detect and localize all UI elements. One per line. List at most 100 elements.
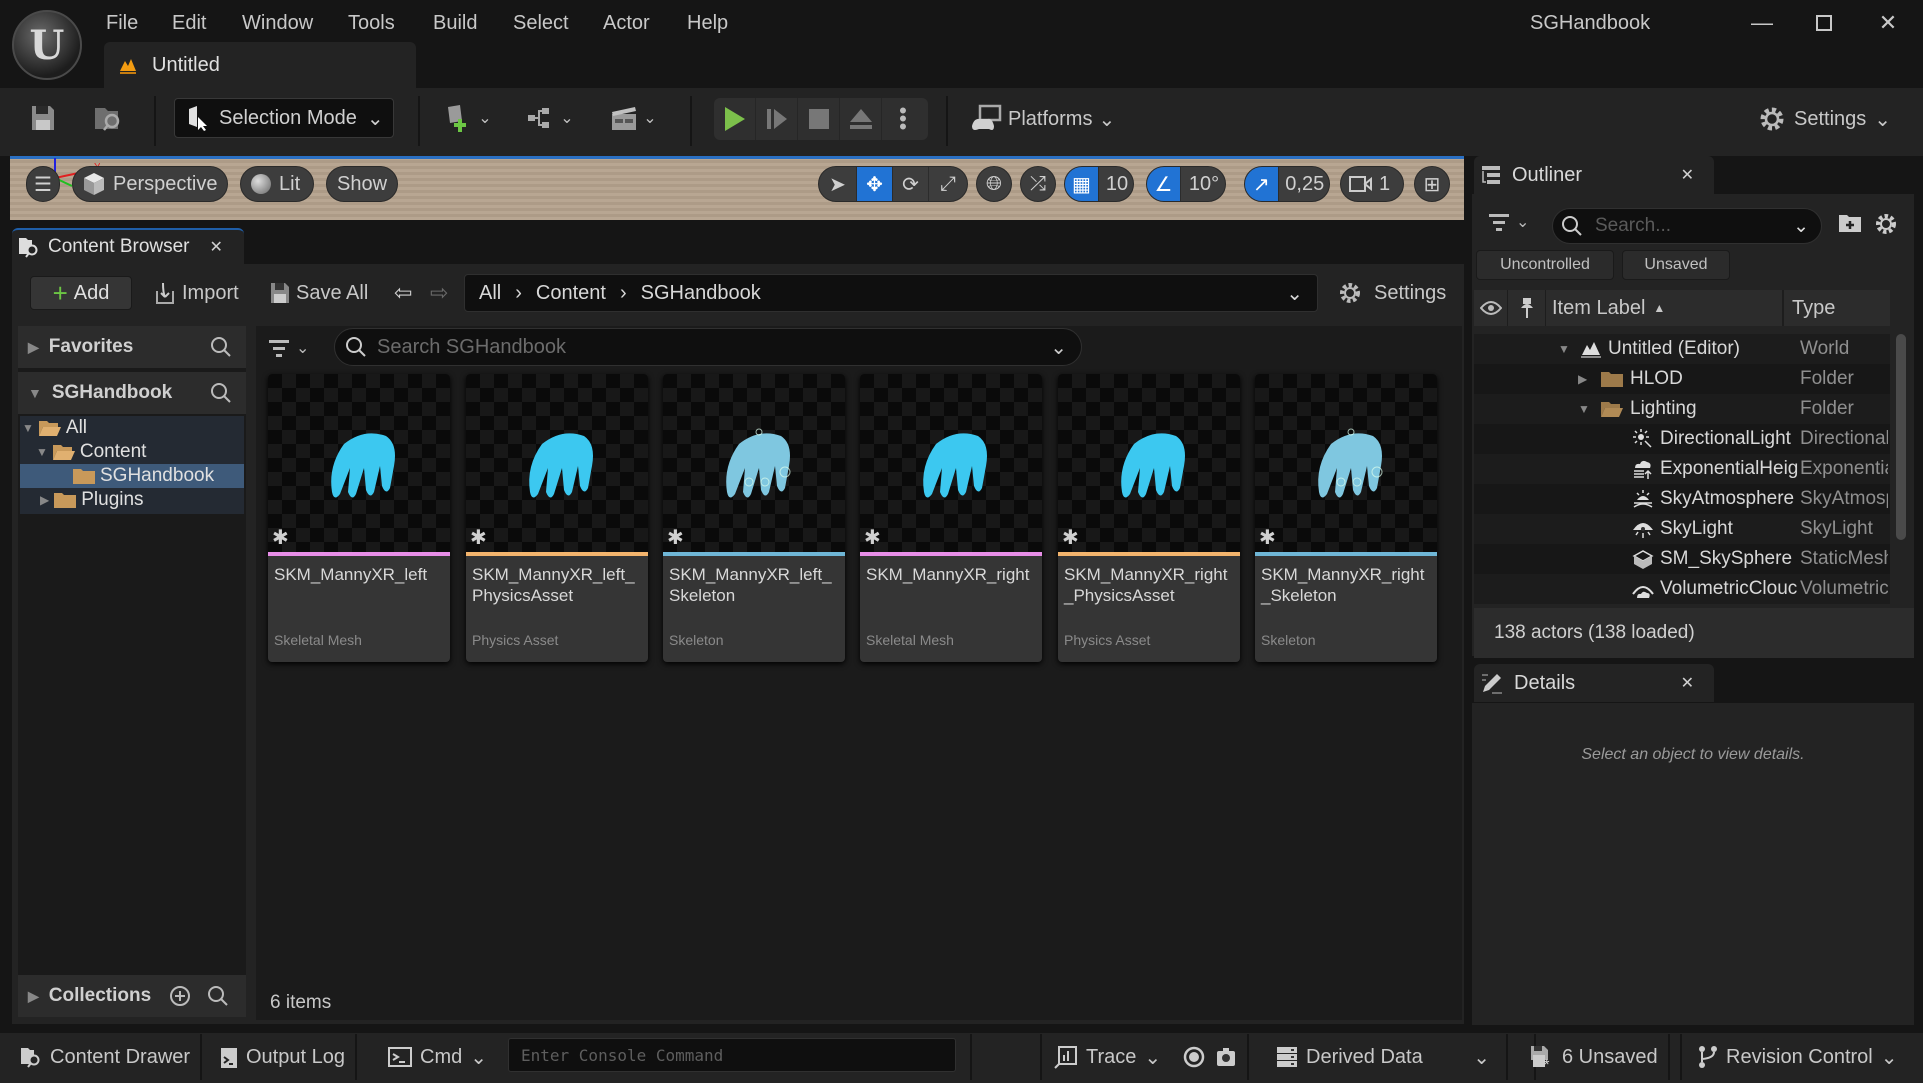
breadcrumb-all[interactable]: All xyxy=(479,282,501,305)
add-collection-icon[interactable] xyxy=(169,985,191,1007)
content-drawer-button[interactable]: Content Drawer xyxy=(10,1034,203,1080)
settings-dropdown[interactable]: Settings ⌄ xyxy=(1758,100,1891,138)
trace-dropdown[interactable]: Trace ⌄ xyxy=(1044,1034,1250,1080)
rotate-tool-button[interactable]: ⟳ xyxy=(893,167,929,201)
maximize-button[interactable] xyxy=(1804,8,1844,38)
asset-tile[interactable]: ✱ SKM_MannyXR_right _PhysicsAsset Physics … xyxy=(1058,374,1240,662)
asset-tile[interactable]: ✱ SKM_MannyXR_left Skeletal Mesh xyxy=(268,374,450,662)
scale-tool-button[interactable]: ⤢ xyxy=(929,167,967,201)
outliner-settings-button[interactable] xyxy=(1874,212,1898,236)
breadcrumb-content[interactable]: Content xyxy=(536,282,606,305)
chevron-down-icon[interactable]: ⌄ xyxy=(1793,215,1809,238)
surface-snap-toggle[interactable]: ⤮ xyxy=(1020,166,1056,202)
eject-button[interactable] xyxy=(840,98,882,140)
translate-tool-button[interactable]: ✥ xyxy=(857,167,893,201)
favorites-section[interactable]: ▶ Favorites xyxy=(18,326,246,368)
camera-speed-button[interactable]: 1 xyxy=(1340,166,1404,202)
outliner-row[interactable]: SkyAtmosphereSkyAtmosphere xyxy=(1474,484,1890,514)
breadcrumb-sghandbook[interactable]: SGHandbook xyxy=(641,282,761,305)
grid-snap-control[interactable]: ▦ 10 xyxy=(1064,166,1134,202)
content-browser-tab[interactable]: Content Browser ✕ xyxy=(12,228,244,264)
scale-snap-value[interactable]: 0,25 xyxy=(1279,167,1329,201)
asset-tile[interactable]: ✱ SKM_MannyXR_left_ PhysicsAsset Physics A… xyxy=(466,374,648,662)
selection-mode-dropdown[interactable]: Selection Mode ⌄ xyxy=(174,98,394,138)
unreal-logo[interactable]: U xyxy=(12,10,82,80)
add-actor-button[interactable]: ⌄ xyxy=(440,100,496,136)
details-tab[interactable]: Details ✕ xyxy=(1474,664,1714,702)
outliner-row[interactable]: ▶ HLOD Folder xyxy=(1474,364,1890,394)
caret-down-icon[interactable]: ▼ xyxy=(1558,342,1574,356)
rotation-snap-toggle[interactable]: ∠ xyxy=(1147,167,1181,201)
close-window-button[interactable]: ✕ xyxy=(1868,8,1908,38)
chevron-right-icon[interactable]: › xyxy=(620,282,627,305)
close-tab-icon[interactable]: ✕ xyxy=(210,237,223,257)
menu-help[interactable]: Help xyxy=(687,8,728,38)
perspective-dropdown[interactable]: Perspective xyxy=(72,166,228,202)
chevron-down-icon[interactable]: ⌄ xyxy=(1050,335,1067,360)
scale-snap-toggle[interactable]: ↗ xyxy=(1245,167,1279,201)
filter-chip-unsaved[interactable]: Unsaved xyxy=(1622,250,1730,280)
chevron-right-icon[interactable]: › xyxy=(515,282,522,305)
history-forward-button[interactable]: ⇨ xyxy=(430,276,448,310)
level-tab[interactable]: Untitled xyxy=(104,42,416,88)
outliner-filter-button[interactable]: ⌄ xyxy=(1488,212,1529,232)
unsaved-button[interactable]: * 6 Unsaved xyxy=(1514,1034,1670,1080)
grid-snap-toggle[interactable]: ▦ xyxy=(1065,167,1099,201)
type-column[interactable]: Type xyxy=(1784,297,1835,320)
outliner-scrollbar[interactable] xyxy=(1896,334,1906,540)
search-icon[interactable] xyxy=(210,336,232,358)
menu-build[interactable]: Build xyxy=(433,8,477,38)
asset-tile[interactable]: ✱ SKM_MannyXR_left_ Skeleton Skeleton xyxy=(663,374,845,662)
outliner-row[interactable]: SkyLight SkyLight xyxy=(1474,514,1890,544)
item-label-column[interactable]: Item Label ▲ xyxy=(1546,290,1784,326)
world-space-toggle[interactable]: 🌐︎ xyxy=(976,166,1012,202)
trace-snapshot-icon[interactable] xyxy=(1215,1046,1237,1068)
grid-snap-value[interactable]: 10 xyxy=(1099,167,1133,201)
outliner-row[interactable]: ▼ Lighting Folder xyxy=(1474,394,1890,424)
outliner-row[interactable]: ▼ Untitled (Editor) World xyxy=(1474,334,1890,364)
scale-snap-control[interactable]: ↗ 0,25 xyxy=(1244,166,1330,202)
breadcrumb-dropdown-icon[interactable]: ⌄ xyxy=(1286,281,1303,306)
collections-section[interactable]: ▶ Collections xyxy=(18,975,246,1017)
visibility-column[interactable] xyxy=(1474,290,1508,326)
filter-chip-uncontrolled[interactable]: Uncontrolled xyxy=(1476,250,1614,280)
viewport-options-button[interactable]: ☰ xyxy=(26,166,60,202)
import-button[interactable]: Import xyxy=(154,276,239,310)
play-button[interactable] xyxy=(714,98,756,140)
caret-right-icon[interactable]: ▶ xyxy=(1578,372,1594,386)
minimize-button[interactable]: — xyxy=(1742,8,1782,38)
blueprint-button[interactable]: ⌄ xyxy=(522,100,578,136)
add-button[interactable]: + Add xyxy=(30,276,132,310)
cmd-dropdown[interactable]: Cmd ⌄ xyxy=(378,1034,497,1080)
select-tool-button[interactable]: ➤ xyxy=(819,167,857,201)
pin-column[interactable] xyxy=(1508,290,1546,326)
advance-frame-button[interactable] xyxy=(756,98,798,140)
rotation-snap-control[interactable]: ∠ 10° xyxy=(1146,166,1226,202)
history-back-button[interactable]: ⇦ xyxy=(394,276,412,310)
play-options-button[interactable]: • • • xyxy=(882,98,924,140)
cinematics-button[interactable]: ⌄ xyxy=(604,100,662,136)
view-mode-dropdown[interactable]: Lit xyxy=(240,166,314,202)
caret-down-icon[interactable]: ▼ xyxy=(1578,402,1594,416)
trace-record-icon[interactable] xyxy=(1183,1046,1205,1068)
outliner-row[interactable]: ExponentialHeigExponentialHeightFog xyxy=(1474,454,1890,484)
tree-node-sghandbook[interactable]: SGHandbook xyxy=(20,464,244,488)
console-command-input[interactable] xyxy=(508,1038,956,1072)
tree-node-content[interactable]: ▼ Content xyxy=(20,440,146,464)
save-all-button[interactable]: Save All xyxy=(270,276,368,310)
stop-button[interactable] xyxy=(798,98,840,140)
menu-tools[interactable]: Tools xyxy=(348,8,395,38)
content-browser-settings-button[interactable]: Settings xyxy=(1338,276,1446,310)
outliner-row[interactable]: VolumetricCloucVolumetricCloud xyxy=(1474,574,1890,604)
menu-edit[interactable]: Edit xyxy=(172,8,206,38)
revision-control-dropdown[interactable]: Revision Control ⌄ xyxy=(1680,1034,1908,1080)
derived-data-dropdown[interactable]: Derived Data ⌄ xyxy=(1266,1034,1508,1080)
output-log-button[interactable]: Output Log xyxy=(210,1034,357,1080)
save-button[interactable] xyxy=(26,100,60,136)
outliner-row[interactable]: DirectionalLight DirectionalLight xyxy=(1474,424,1890,454)
outliner-tab[interactable]: Outliner ✕ xyxy=(1474,156,1714,194)
project-section[interactable]: ▼ SGHandbook xyxy=(18,372,246,414)
show-dropdown[interactable]: Show xyxy=(326,166,398,202)
add-folder-button[interactable] xyxy=(1838,212,1862,234)
filter-button[interactable]: ⌄ xyxy=(268,330,309,366)
